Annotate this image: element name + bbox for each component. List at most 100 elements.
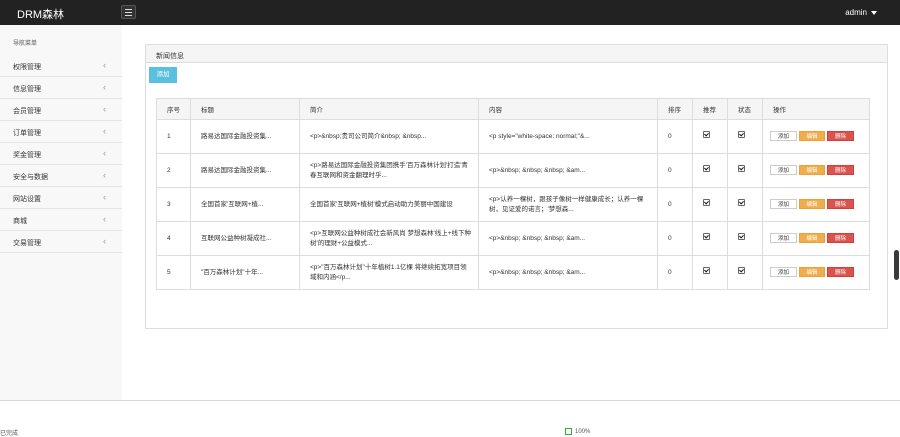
sidebar: 导航菜单 权限管理 ‹ 信息管理 ‹ 会员管理 ‹ 订单管理 ‹ 奖金管理 ‹ 安全与数据…: [0, 25, 123, 400]
status-checkbox[interactable]: [738, 199, 745, 206]
cell-sort: 0: [657, 153, 693, 188]
hamburger-icon-line: [125, 12, 132, 13]
cell-actions: 添加 编辑 删除: [762, 221, 870, 256]
table-row: 3 全国首家'互联网+植... 全国首家'互联网+植树'模式启动助力美丽中国建设…: [156, 187, 870, 222]
cell-status: [727, 187, 763, 222]
user-menu[interactable]: admin: [845, 8, 877, 17]
column-header-actions: 操作: [762, 98, 870, 120]
row-edit-button[interactable]: 编辑: [799, 199, 825, 210]
cell-sort: 0: [657, 255, 693, 290]
cell-index: 5: [156, 255, 191, 290]
recommend-checkbox[interactable]: [703, 165, 710, 172]
cell-title: 互联网公益种树凝成社...: [190, 221, 300, 256]
cell-content: <p>&nbsp; &nbsp; &nbsp; &am...: [478, 255, 658, 290]
cell-status: [727, 119, 763, 154]
sidebar-item-label: 商城: [13, 218, 27, 225]
cell-index: 4: [156, 221, 191, 256]
cell-summary: <p>"百万森林计划"十年植树1.1亿棵 将继续拓宽项目领域和内涵</p...: [299, 255, 479, 290]
status-checkbox[interactable]: [738, 131, 745, 138]
cell-recommend: [692, 187, 728, 222]
cell-summary: <p>路易达国际金融投资集团携手'百万森林计划'打造'青春互联网和资金翻理时乎.…: [299, 153, 479, 188]
column-header-title: 标题: [190, 98, 300, 120]
cell-actions: 添加 编辑 删除: [762, 187, 870, 222]
status-checkbox[interactable]: [738, 165, 745, 172]
row-delete-button[interactable]: 删除: [827, 199, 854, 210]
chevron-left-icon: ‹: [103, 104, 106, 114]
recommend-checkbox[interactable]: [703, 199, 710, 206]
row-add-button[interactable]: 添加: [770, 267, 797, 278]
browser-status-bar: 已完成 100%: [0, 400, 900, 437]
row-delete-button[interactable]: 删除: [827, 131, 854, 142]
hamburger-icon-line: [125, 15, 132, 16]
add-news-button[interactable]: 添加: [149, 67, 177, 83]
sidebar-item-bonus[interactable]: 奖金管理 ‹: [0, 143, 122, 165]
cell-title: "百万森林计划"十年...: [190, 255, 300, 290]
sidebar-item-label: 会员管理: [13, 108, 41, 115]
sidebar-item-security[interactable]: 安全与数据 ‹: [0, 165, 122, 187]
cell-summary: 全国首家'互联网+植树'模式启动助力美丽中国建设: [299, 187, 479, 222]
status-checkbox[interactable]: [738, 233, 745, 240]
table-row: 5 "百万森林计划"十年... <p>"百万森林计划"十年植树1.1亿棵 将继续…: [156, 255, 870, 290]
status-text: 已完成: [0, 431, 19, 437]
chevron-left-icon: ‹: [103, 214, 106, 224]
column-header-recommend: 推荐: [692, 98, 728, 120]
cell-index: 1: [156, 119, 191, 154]
sidebar-item-label: 信息管理: [13, 86, 41, 93]
nav-header: 导航菜单: [13, 41, 38, 47]
chevron-left-icon: ‹: [103, 126, 106, 136]
chevron-left-icon: ‹: [103, 192, 106, 202]
row-delete-button[interactable]: 删除: [827, 267, 854, 278]
row-edit-button[interactable]: 编辑: [799, 233, 825, 244]
recommend-checkbox[interactable]: [703, 131, 710, 138]
caret-down-icon: [871, 10, 877, 15]
row-edit-button[interactable]: 编辑: [799, 165, 825, 176]
row-edit-button[interactable]: 编辑: [799, 267, 825, 278]
cell-sort: 0: [657, 119, 693, 154]
recommend-checkbox[interactable]: [703, 267, 710, 274]
table-row: 4 互联网公益种树凝成社... <p>互联网公益种树成社会新风尚 梦想森林'线上…: [156, 221, 870, 256]
sidebar-item-mall[interactable]: 商城 ‹: [0, 209, 122, 231]
row-add-button[interactable]: 添加: [770, 233, 797, 244]
cell-content: <p>&nbsp; &nbsp; &nbsp; &am...: [478, 221, 658, 256]
brand-logo[interactable]: DRM森林: [17, 6, 64, 22]
cell-summary: <p>&nbsp;贵司公司简介&nbsp; &nbsp...: [299, 119, 479, 154]
cell-status: [727, 221, 763, 256]
column-header-sort: 排序: [657, 98, 693, 120]
sidebar-item-info[interactable]: 信息管理 ‹: [0, 77, 122, 99]
row-edit-button[interactable]: 编辑: [799, 131, 825, 142]
cell-status: [727, 153, 763, 188]
cell-index: 3: [156, 187, 191, 222]
row-delete-button[interactable]: 删除: [827, 233, 854, 244]
sidebar-item-trading[interactable]: 交易管理 ‹: [0, 231, 122, 253]
chevron-left-icon: ‹: [103, 236, 106, 246]
cell-recommend: [692, 221, 728, 256]
table-row: 2 路易达国际金融投资集... <p>路易达国际金融投资集团携手'百万森林计划'…: [156, 153, 870, 188]
row-add-button[interactable]: 添加: [770, 165, 797, 176]
zoom-level: 100%: [575, 429, 591, 436]
status-checkbox[interactable]: [738, 267, 745, 274]
sidebar-item-members[interactable]: 会员管理 ‹: [0, 99, 122, 121]
sidebar-item-label: 订单管理: [13, 130, 41, 137]
column-header-content: 内容: [478, 98, 658, 120]
news-table: 序号 标题 简介 内容 排序 推荐 状态 操作 1 路易达国际金融投资集... …: [156, 98, 870, 290]
chevron-left-icon: ‹: [103, 60, 106, 70]
sidebar-item-permissions[interactable]: 权限管理 ‹: [0, 55, 122, 77]
panel-heading: 新闻信息: [146, 45, 887, 63]
sidebar-item-label: 交易管理: [13, 240, 41, 247]
column-header-status: 状态: [727, 98, 763, 120]
sidebar-item-label: 奖金管理: [13, 152, 41, 159]
cell-sort: 0: [657, 221, 693, 256]
scroll-handle[interactable]: [894, 250, 899, 280]
row-add-button[interactable]: 添加: [770, 131, 797, 142]
cell-content: <p>认养一棵树，跟孩子像树一样健康成长；认养一棵树，见证爱的诺言；'梦想森..…: [478, 187, 658, 222]
cell-content: <p>&nbsp; &nbsp; &nbsp; &am...: [478, 153, 658, 188]
menu-toggle-button[interactable]: [121, 5, 136, 19]
sidebar-item-orders[interactable]: 订单管理 ‹: [0, 121, 122, 143]
recommend-checkbox[interactable]: [703, 233, 710, 240]
sidebar-item-site-settings[interactable]: 网站设置 ‹: [0, 187, 122, 209]
chevron-left-icon: ‹: [103, 170, 106, 180]
column-header-index: 序号: [156, 98, 191, 120]
row-delete-button[interactable]: 删除: [827, 165, 854, 176]
cell-content: <p style="white-space: normal;"&...: [478, 119, 658, 154]
row-add-button[interactable]: 添加: [770, 199, 797, 210]
